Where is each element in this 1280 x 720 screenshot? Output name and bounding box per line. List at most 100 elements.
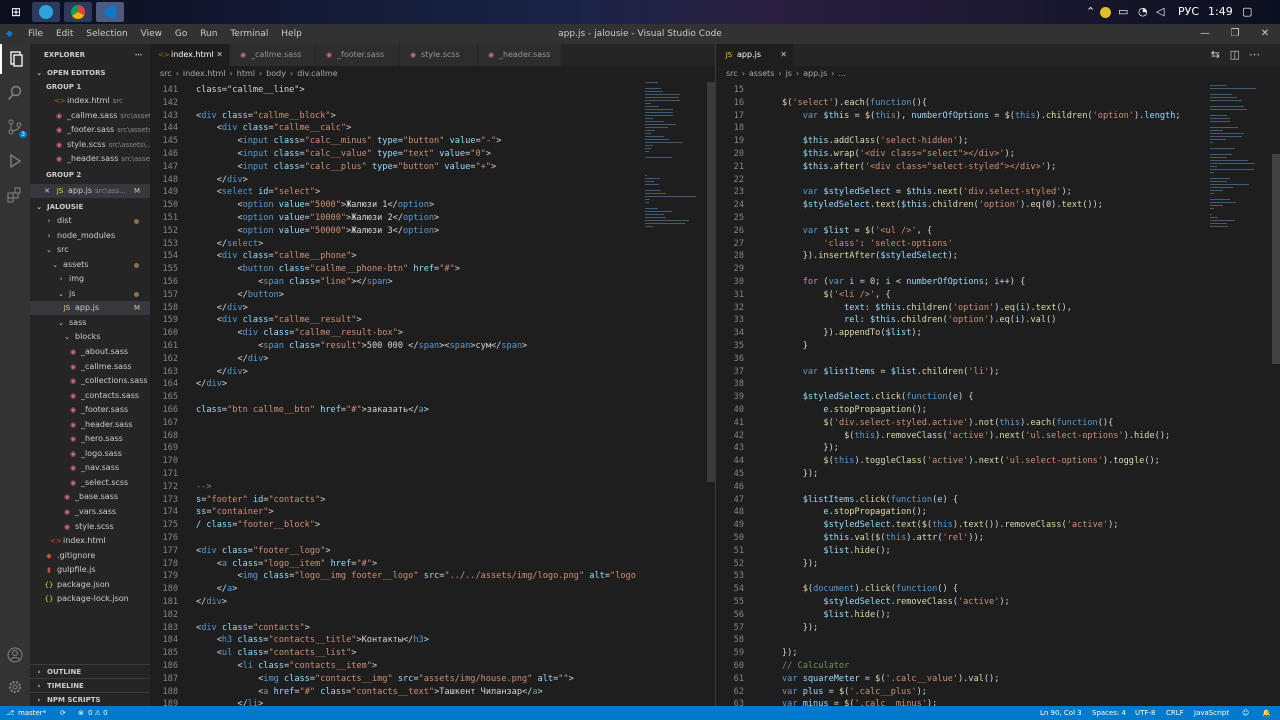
code-line[interactable]: var squareMeter = $('.calc__value').val(…	[782, 673, 999, 686]
open-editor-item[interactable]: ◉ _header.sasssrc\assets\...	[30, 152, 150, 166]
tree-item[interactable]: ◉ _about.sass	[30, 345, 150, 359]
minimap[interactable]	[1210, 82, 1270, 706]
code-line[interactable]: $listItems.click(function(e) {	[782, 494, 958, 507]
code-line[interactable]: </div>	[196, 378, 227, 391]
code-line[interactable]: <input class="calc__minus" type="button"…	[196, 135, 501, 148]
code-line[interactable]: <img class="logo__img footer__logo" src=…	[196, 570, 636, 583]
open-changes-icon[interactable]: ⇆	[1211, 48, 1220, 61]
clock[interactable]: 1:49	[1208, 0, 1233, 24]
code-line[interactable]: </a>	[196, 583, 238, 596]
code-line[interactable]: $list.hide();	[782, 609, 890, 622]
code-line[interactable]: class="callme__line">	[196, 84, 305, 97]
more-actions-icon[interactable]: ⋯	[1249, 48, 1260, 61]
code-line[interactable]: <a href="#" class="contacts__text">Ташке…	[196, 686, 543, 699]
code-line[interactable]: $('select').each(function(){	[782, 97, 927, 110]
close-tab-icon[interactable]: ✕	[216, 44, 223, 66]
restore-icon[interactable]: ❐	[1220, 24, 1250, 44]
line-endings[interactable]: CRLF	[1166, 706, 1184, 720]
code-line[interactable]: <div class="footer__logo">	[196, 545, 331, 558]
code-line[interactable]: e.stopPropagation();	[782, 506, 927, 519]
open-editor-item[interactable]: ◉ style.scss src\assets\...	[30, 138, 150, 152]
code-line[interactable]: <div class="callme__result-box">	[196, 327, 403, 340]
code-line[interactable]: }	[782, 340, 808, 353]
input-language[interactable]: РУС	[1178, 0, 1199, 24]
breadcrumb-item[interactable]: assets	[749, 69, 774, 78]
editor-tab[interactable]: JS app.js ✕	[716, 44, 794, 66]
breadcrumb-item[interactable]: html	[237, 69, 255, 78]
code-line[interactable]: <span class="line"></span>	[196, 276, 393, 289]
network-icon[interactable]: ◔	[1138, 0, 1148, 24]
extensions-icon[interactable]	[0, 180, 30, 210]
close-tab-icon[interactable]: ✕	[780, 44, 787, 66]
tree-item[interactable]: ◆ .gitignore	[30, 549, 150, 563]
tree-item[interactable]: ◉ _footer.sass	[30, 403, 150, 417]
tree-item[interactable]: ▮ gulpfile.js	[30, 563, 150, 577]
breadcrumb-item[interactable]: app.js	[803, 69, 827, 78]
code-line[interactable]: e.stopPropagation();	[782, 404, 927, 417]
code-line[interactable]: $styledSelect.removeClass('active');	[782, 596, 1009, 609]
tray-app-icon[interactable]	[1100, 0, 1111, 24]
encoding[interactable]: UTF-8	[1135, 706, 1155, 720]
breadcrumb-item[interactable]: div.callme	[297, 69, 337, 78]
open-editor-item[interactable]: <>index.html src	[30, 94, 150, 108]
tree-item[interactable]: ◉ style.scss	[30, 520, 150, 534]
tree-item[interactable]: ◉ _select.scss	[30, 476, 150, 490]
editor-tab[interactable]: <>index.html ✕	[150, 44, 230, 66]
language-mode[interactable]: JavaScript	[1194, 706, 1229, 720]
code-line[interactable]: <span class="result">500 000 </span><spa…	[196, 340, 527, 353]
code-line[interactable]: <button class="callme__phone-btn" href="…	[196, 263, 460, 276]
scrollbar[interactable]	[1272, 154, 1280, 364]
code-line[interactable]: $this.val($(this).attr('rel'));	[782, 532, 984, 545]
tree-item[interactable]: › node_modules	[30, 229, 150, 243]
source-control-icon[interactable]: 3	[0, 112, 30, 142]
minimap[interactable]	[645, 82, 705, 706]
editor-tab[interactable]: ◉ style.scss	[400, 44, 478, 66]
tree-item[interactable]: {} package-lock.json	[30, 592, 150, 606]
breadcrumb-item[interactable]: js	[786, 69, 792, 78]
open-editor-item[interactable]: ◉ _callme.sasssrc\assets\...	[30, 109, 150, 123]
code-line[interactable]: s="footer" id="contacts">	[196, 494, 325, 507]
tree-item[interactable]: › img	[30, 272, 150, 286]
open-editor-item[interactable]: ◉ _footer.sasssrc\assets\...	[30, 123, 150, 137]
section-open-editors[interactable]: ⌄ OPEN EDITORS	[30, 66, 150, 80]
battery-icon[interactable]: ▭	[1118, 0, 1128, 24]
code-line[interactable]: }).appendTo($list);	[782, 327, 921, 340]
git-branch-icon[interactable]: ⎇	[6, 706, 14, 720]
tree-item[interactable]: ◉ _contacts.sass	[30, 389, 150, 403]
section-outline[interactable]: › OUTLINE	[30, 664, 150, 678]
code-area[interactable]: 141 class="callme__line"> 142 143 <div class…	[150, 82, 715, 706]
code-line[interactable]: $list.hide();	[782, 545, 890, 558]
code-line[interactable]: $('<li />', {	[782, 289, 890, 302]
code-line[interactable]: $(document).click(function() {	[782, 583, 958, 596]
code-line[interactable]: <li class="contacts__item">	[196, 660, 377, 673]
notifications-bell-icon[interactable]: 🔔	[1262, 706, 1271, 720]
code-line[interactable]: <input class="calc__value" type="text" v…	[196, 148, 491, 161]
code-line[interactable]: </div>	[196, 302, 248, 315]
code-line[interactable]: text: $this.children('option').eq(i).tex…	[782, 302, 1072, 315]
tree-item[interactable]: ⌄ js	[30, 287, 150, 301]
breadcrumb-item[interactable]: body	[266, 69, 286, 78]
code-line[interactable]: <h3 class="contacts__title">Контакты</h3…	[196, 634, 429, 647]
code-line[interactable]: <div class="callme__block">	[196, 110, 336, 123]
code-line[interactable]: </li>	[196, 698, 263, 706]
code-line[interactable]: </select>	[196, 238, 264, 251]
group-2[interactable]: GROUP 2	[30, 168, 150, 182]
code-line[interactable]: <div class="callme__calc">	[196, 122, 352, 135]
code-line[interactable]: <input class="calc__plus" type="button" …	[196, 161, 496, 174]
cursor-position[interactable]: Ln 90, Col 3	[1040, 706, 1082, 720]
code-line[interactable]: // Calculator	[782, 660, 849, 673]
group-1[interactable]: GROUP 1	[30, 80, 150, 94]
code-line[interactable]: </div>	[196, 366, 248, 379]
code-line[interactable]: class="btn callme__btn" href="#">заказат…	[196, 404, 429, 417]
code-line[interactable]: -->	[196, 481, 212, 494]
search-icon[interactable]	[0, 78, 30, 108]
settings-gear-icon[interactable]	[0, 672, 30, 702]
tree-item[interactable]: › dist	[30, 214, 150, 228]
tree-item[interactable]: JS app.js M	[30, 301, 150, 316]
vscode-app-icon[interactable]	[96, 2, 124, 22]
code-line[interactable]: });	[782, 647, 798, 660]
code-line[interactable]: }).insertAfter($styledSelect);	[782, 250, 958, 263]
chrome-app-icon[interactable]	[64, 2, 92, 22]
close-icon[interactable]: ✕	[42, 184, 52, 198]
breadcrumb-item[interactable]: ...	[838, 69, 846, 78]
